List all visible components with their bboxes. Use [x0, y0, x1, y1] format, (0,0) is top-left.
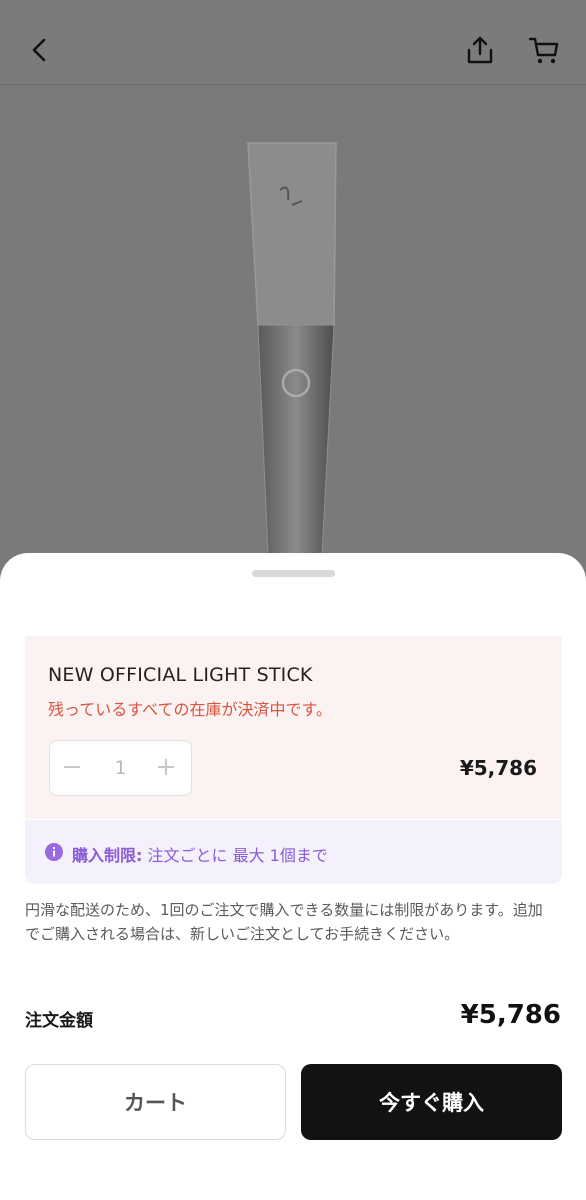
add-to-cart-button[interactable]: カート — [25, 1064, 286, 1140]
info-icon — [45, 843, 63, 861]
cart-button[interactable] — [524, 30, 564, 70]
plus-icon[interactable] — [154, 755, 178, 779]
item-name: NEW OFFICIAL LIGHT STICK — [48, 664, 313, 686]
back-button[interactable] — [20, 30, 60, 70]
purchase-limit-notice: 購入制限: 注文ごとに 最大 1個まで — [25, 820, 562, 884]
stock-warning-text: 残っているすべての在庫が決済中です。 — [48, 700, 332, 719]
light-stick-product-image — [247, 142, 337, 556]
purchase-limit-label: 購入制限: — [72, 846, 143, 865]
order-total-price: ¥5,786 — [460, 1000, 561, 1030]
chevron-left-icon — [32, 38, 46, 62]
purchase-limit-text: 購入制限: 注文ごとに 最大 1個まで — [72, 842, 328, 866]
share-button[interactable] — [460, 30, 500, 70]
quantity-stepper[interactable]: 1 — [49, 740, 192, 796]
top-navigation-bar — [0, 0, 586, 85]
order-total-label: 注文金額 — [25, 1011, 93, 1031]
purchase-limit-value: 注文ごとに 最大 1個まで — [147, 846, 328, 865]
product-image-area — [0, 85, 586, 605]
selected-item-card: NEW OFFICIAL LIGHT STICK 残っているすべての在庫が決済中… — [25, 636, 562, 819]
purchase-bottom-sheet: NEW OFFICIAL LIGHT STICK 残っているすべての在庫が決済中… — [0, 553, 586, 1200]
share-icon — [467, 36, 493, 64]
buy-now-button[interactable]: 今すぐ購入 — [301, 1064, 562, 1140]
sheet-drag-handle[interactable] — [252, 570, 335, 577]
shipping-note: 円滑な配送のため、1回のご注文で購入できる数量には制限があります。追加でご購入さ… — [25, 901, 543, 943]
cart-icon — [528, 37, 559, 64]
item-price: ¥5,786 — [459, 756, 537, 780]
